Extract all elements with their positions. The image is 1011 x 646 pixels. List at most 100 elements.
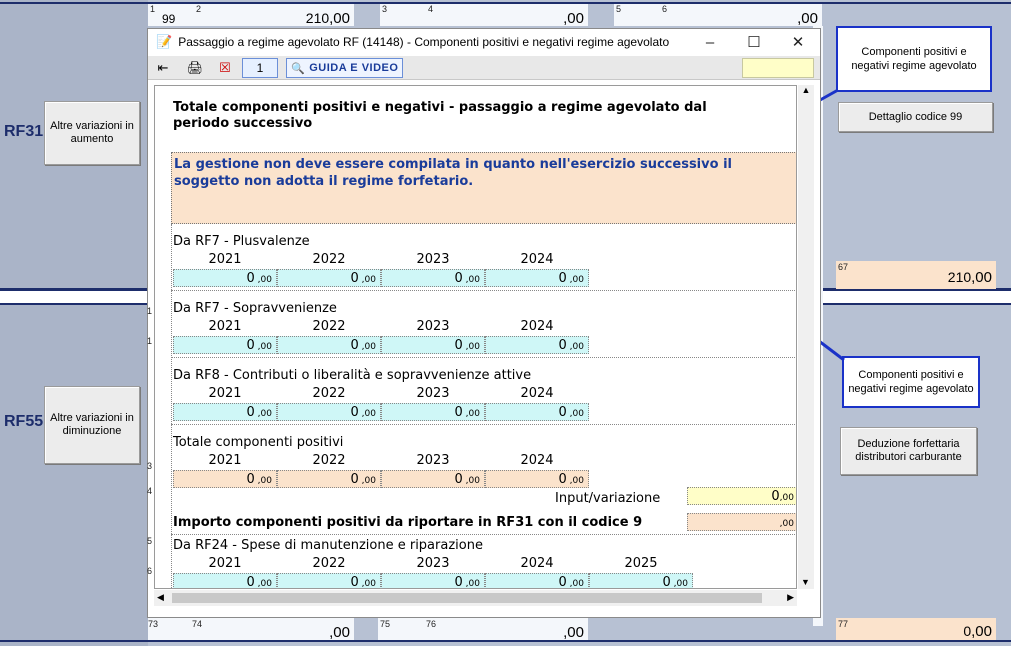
amount-field[interactable]: 0 ,00 [485, 336, 589, 354]
gutter-digit: 6 [147, 566, 153, 576]
amount-field[interactable]: 0 ,00 [173, 269, 277, 287]
close-icon[interactable]: ✕ [776, 29, 820, 55]
section-label: Totale componenti positivi [173, 435, 344, 450]
cents: ,00 [566, 275, 584, 285]
amount-value: 0 [662, 575, 671, 589]
year-label: 2024 [520, 453, 554, 468]
amount-field[interactable]: 0 ,00 [485, 269, 589, 287]
importo-field[interactable]: ,00 [687, 513, 796, 531]
amount-field[interactable]: 0 ,00 [173, 470, 277, 488]
cents: ,00 [462, 409, 480, 419]
year-label: 2024 [520, 319, 554, 334]
year-label: 2022 [312, 453, 346, 468]
amount-field[interactable]: 0 ,00 [485, 403, 589, 421]
amount-field[interactable]: 0 ,00 [277, 470, 381, 488]
amount-field[interactable]: 0 ,00 [173, 573, 277, 589]
section-label: Da RF7 - Sopravvenienze [173, 301, 337, 316]
amount-value: 0 [558, 405, 567, 420]
cents: ,00 [358, 409, 376, 419]
cents: ,00 [358, 476, 376, 486]
amount-field[interactable]: 0 ,00 [277, 403, 381, 421]
cents: ,00 [566, 342, 584, 352]
cents: ,00 [779, 519, 794, 529]
section-divider [171, 357, 796, 358]
maximize-icon[interactable]: ☐ [732, 29, 776, 55]
year-label: 2022 [312, 556, 346, 571]
year-label: 2023 [416, 556, 450, 571]
amount-field[interactable]: 0 ,00 [589, 573, 693, 589]
title-bar: 📝 Passaggio a regime agevolato RF (14148… [148, 29, 820, 55]
year-label: 2023 [416, 252, 450, 267]
year-label: 2021 [208, 556, 242, 571]
amount-field[interactable]: 0 ,00 [381, 403, 485, 421]
amount-field[interactable]: 0 ,00 [381, 336, 485, 354]
cents: ,00 [779, 493, 794, 503]
year-label: 2021 [208, 319, 242, 334]
importo-label: Importo componenti positivi da riportare… [173, 515, 643, 530]
amount-field[interactable]: 0 ,00 [277, 573, 381, 589]
scroll-left-icon[interactable]: ◀ [157, 592, 164, 603]
amount-field[interactable]: 0 ,00 [173, 336, 277, 354]
amount-value: 0 [558, 271, 567, 286]
year-label: 2021 [208, 453, 242, 468]
input-value: 0 [771, 489, 780, 504]
section-label: Da RF8 - Contributi o liberalità e sopra… [173, 368, 532, 383]
amount-value: 0 [558, 472, 567, 487]
vertical-scrollbar[interactable]: ▲ ▼ [798, 85, 814, 589]
amount-field[interactable]: 0 ,00 [485, 470, 589, 488]
document-icon: 📝 [156, 34, 173, 49]
cents: ,00 [566, 476, 584, 486]
horizontal-scrollbar[interactable]: ◀ ▶ [154, 590, 797, 606]
year-label: 2023 [416, 453, 450, 468]
guida-label: GUIDA E VIDEO [309, 62, 399, 74]
guida-video-button[interactable]: 🔍 GUIDA E VIDEO [286, 58, 404, 78]
year-label: 2021 [208, 386, 242, 401]
form-heading: Totale componenti positivi e negativi - … [173, 100, 707, 131]
gutter-digit: 3 [147, 461, 153, 471]
delete-icon[interactable]: ☒ [214, 58, 236, 78]
year-label: 2023 [416, 386, 450, 401]
gutter-digit: 4 [147, 486, 153, 496]
input-variazione-field[interactable]: 0,00 [687, 487, 796, 505]
cents: ,00 [462, 476, 480, 486]
scroll-thumb[interactable] [800, 105, 812, 565]
year-label: 2022 [312, 252, 346, 267]
amount-value: 0 [350, 472, 359, 487]
print-icon[interactable]: 🖨 [184, 58, 206, 78]
cents: ,00 [254, 342, 272, 352]
cents: ,00 [254, 409, 272, 419]
amount-value: 0 [246, 575, 255, 589]
exit-icon[interactable]: ⇤ [152, 58, 174, 78]
amount-value: 0 [350, 405, 359, 420]
amount-value: 0 [350, 271, 359, 286]
amount-field[interactable]: 0 ,00 [381, 269, 485, 287]
cents: ,00 [358, 275, 376, 285]
amount-value: 0 [350, 575, 359, 589]
scroll-up-icon[interactable]: ▲ [798, 85, 814, 95]
gutter-digit: 1 [147, 306, 153, 316]
amount-field[interactable]: 0 ,00 [485, 573, 589, 588]
page-number[interactable]: 1 [242, 58, 278, 78]
cents: ,00 [254, 476, 272, 486]
scroll-thumb-h[interactable] [172, 593, 762, 603]
scroll-down-icon[interactable]: ▼ [801, 577, 810, 587]
amount-value: 0 [454, 405, 463, 420]
amount-field[interactable]: 0 ,00 [381, 573, 485, 589]
year-label: 2021 [208, 252, 242, 267]
amount-field[interactable]: 0 ,00 [173, 403, 277, 421]
amount-field[interactable]: 0 ,00 [381, 470, 485, 488]
sections-container: Da RF7 - Plusvalenze 2021 0 ,00 2022 0 ,00 20… [171, 226, 796, 586]
scroll-right-icon[interactable]: ▶ [787, 592, 794, 603]
year-label: 2023 [416, 319, 450, 334]
year-label: 2024 [520, 386, 554, 401]
gutter-digits: 1 1 3 4 5 6 [147, 306, 155, 606]
amount-value: 0 [454, 338, 463, 353]
minimize-icon[interactable]: – [688, 29, 732, 55]
cents: ,00 [462, 579, 480, 589]
amount-field[interactable]: 0 ,00 [277, 269, 381, 287]
section-divider [171, 290, 796, 291]
amount-field[interactable]: 0 ,00 [277, 336, 381, 354]
amount-value: 0 [246, 271, 255, 286]
cents: ,00 [462, 275, 480, 285]
section-label: Da RF7 - Plusvalenze [173, 234, 310, 249]
